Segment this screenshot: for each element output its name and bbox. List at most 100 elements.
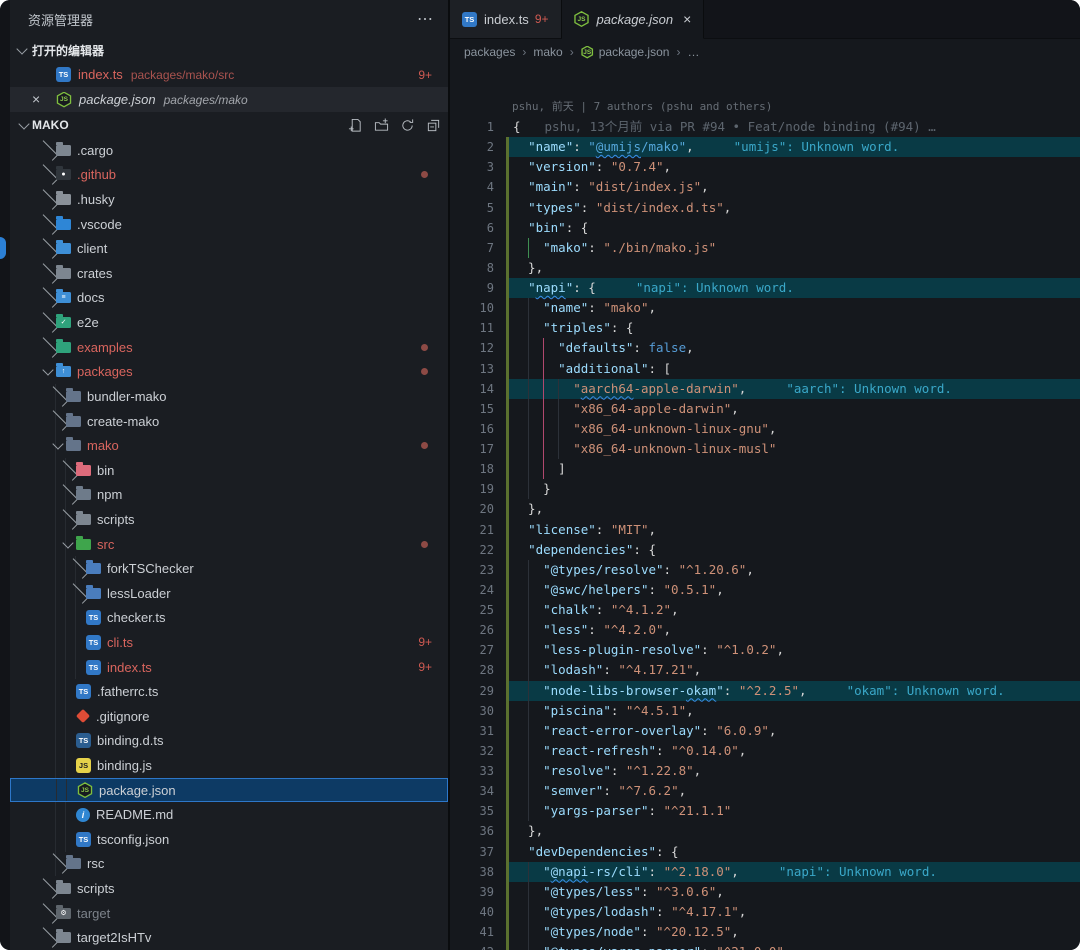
code-line-1[interactable]: 1 {pshu, 13个月前 via PR #94 • Feat/node bin… [450,117,1080,137]
code-line-25[interactable]: 25 "chalk": "^4.1.2", [450,600,1080,621]
tree-item--husky[interactable]: .husky [10,187,448,212]
tree-item-examples[interactable]: examples [10,335,448,360]
tree-item-forkTSChecker[interactable]: forkTSChecker [10,556,448,581]
code-line-39[interactable]: 39 "@types/less": "^3.0.6", [450,881,1080,902]
tree-item-index-ts[interactable]: TS index.ts 9+ [10,654,448,680]
code-line-9[interactable]: 9 "napi": {"napi": Unknown word. [450,278,1080,299]
code-line-17[interactable]: 17 "x86_64-unknown-linux-musl" [450,439,1080,460]
collapse-all-icon[interactable] [422,116,444,134]
line-number: 37 [479,844,494,859]
code-line-26[interactable]: 26 "less": "^4.2.0", [450,620,1080,641]
code-line-36[interactable]: 36 }, [450,821,1080,842]
tab-index-ts[interactable]: TS index.ts 9+ [450,0,562,38]
breadcrumb-item-package-json[interactable]: JS package.json [581,45,669,59]
tab-package-json[interactable]: JS package.json × [561,0,705,39]
breadcrumb-item--[interactable]: … [687,45,699,59]
tree-item-bin[interactable]: bin [10,457,448,483]
tree-item-packages[interactable]: ↑ packages [10,359,448,384]
code-line-37[interactable]: 37 "devDependencies": { [450,841,1080,862]
tree-item-scripts[interactable]: scripts [10,507,448,532]
code-line-30[interactable]: 30 "piscina": "^4.5.1", [450,700,1080,721]
code-line-22[interactable]: 22 "dependencies": { [450,539,1080,560]
code-line-15[interactable]: 15 "x86_64-apple-darwin", [450,398,1080,419]
code-line-14[interactable]: 14 "aarch64-apple-darwin", "aarch": Unkno… [450,378,1080,399]
tree-item-README-md[interactable]: i README.md [10,802,448,828]
code-line-5[interactable]: 5 "types": "dist/index.d.ts", [450,197,1080,218]
code-line-32[interactable]: 32 "react-refresh": "^0.14.0", [450,740,1080,761]
new-folder-icon[interactable] [370,116,392,134]
code-line-40[interactable]: 40 "@types/lodash": "^4.17.1", [450,901,1080,922]
tree-item--cargo[interactable]: .cargo [10,138,448,163]
project-section-header[interactable]: MAKO [10,112,448,138]
close-icon[interactable]: × [32,91,40,107]
code-line-27[interactable]: 27 "less-plugin-resolve": "^1.0.2", [450,640,1080,661]
tree-item-checker-ts[interactable]: TS checker.ts [10,605,448,631]
tree-item-bundler-mako[interactable]: bundler-mako [10,384,448,409]
tree-item-docs[interactable]: ≡ docs [10,286,448,311]
code-line-38[interactable]: 38 "@napi-rs/cli": "^2.18.0", "napi": Unk… [450,861,1080,882]
indent-guide [528,559,529,580]
open-editors-header[interactable]: 打开的编辑器 [10,38,448,62]
close-icon[interactable]: × [683,11,691,27]
code-line-12[interactable]: 12 "defaults": false, [450,338,1080,359]
breadcrumb-item-packages[interactable]: packages [464,45,515,59]
code-line-4[interactable]: 4 "main": "dist/index.js", [450,177,1080,198]
code-line-35[interactable]: 35 "yargs-parser": "^21.1.1" [450,801,1080,822]
tree-item-src[interactable]: src [10,531,448,557]
tree-item-label: forkTSChecker [107,561,194,577]
tree-item-tsconfig-json[interactable]: TS tsconfig.json [10,827,448,852]
code-line-11[interactable]: 11 "triples": { [450,318,1080,339]
code-line-24[interactable]: 24 "@swc/helpers": "0.5.1", [450,579,1080,600]
code-line-8[interactable]: 8 }, [450,257,1080,278]
code-line-7[interactable]: 7 "mako": "./bin/mako.js" [450,237,1080,258]
tree-item--fatherrc-ts[interactable]: TS .fatherrc.ts [10,679,448,705]
tree-item-mako[interactable]: mako [10,433,448,458]
open-editor-item-index-ts[interactable]: TS index.ts packages/mako/src 9+ [10,62,448,87]
tree-item-create-mako[interactable]: create-mako [10,408,448,434]
code-line-33[interactable]: 33 "resolve": "^1.22.8", [450,761,1080,782]
tree-item-client[interactable]: client [10,236,448,261]
code-line-18[interactable]: 18 ] [450,459,1080,480]
tree-item--vscode[interactable]: .vscode [10,212,448,237]
code-line-31[interactable]: 31 "react-error-overlay": "6.0.9", [450,720,1080,741]
tree-item-binding-d-ts[interactable]: TS binding.d.ts [10,728,448,754]
gutter-change-bar [506,942,509,950]
code-line-34[interactable]: 34 "semver": "^7.6.2", [450,781,1080,802]
tree-item-scripts[interactable]: scripts [10,876,448,901]
tree-item--gitignore[interactable]: .gitignore [10,704,448,729]
code-line-23[interactable]: 23 "@types/resolve": "^1.20.6", [450,559,1080,580]
new-file-icon[interactable] [344,116,366,134]
tree-item-e2e[interactable]: ✓ e2e [10,310,448,335]
code-line-41[interactable]: 41 "@types/node": "^20.12.5", [450,922,1080,943]
tree-item-cli-ts[interactable]: TS cli.ts 9+ [10,630,448,655]
tree-item-target2IsHTv[interactable]: target2IsHTv [10,926,448,950]
tree-item-binding-js[interactable]: JS binding.js [10,753,448,778]
code-line-10[interactable]: 10 "name": "mako", [450,298,1080,319]
gutter-change-bar [506,298,509,319]
code-line-3[interactable]: 3 "version": "0.7.4", [450,157,1080,178]
tree-item-rsc[interactable]: rsc [10,851,448,877]
code-line-6[interactable]: 6 "bin": { [450,217,1080,238]
code-line-29[interactable]: 29 "node-libs-browser-okam": "^2.2.5", "o… [450,680,1080,701]
code-line-13[interactable]: 13 "additional": [ [450,358,1080,379]
code-line-2[interactable]: 2 "name": "@umijs/mako", "umijs": Unknown… [450,137,1080,158]
code-line-42[interactable]: 42 "@types/yargs-parser": "^21.0.0", [450,942,1080,950]
open-editor-item-package-json[interactable]: × JS package.json packages/mako [10,87,448,112]
code-text: "@napi-rs/cli": "^2.18.0", "napi": Unknow… [513,861,937,882]
code-line-19[interactable]: 19 } [450,479,1080,500]
gutter-change-bar [506,660,509,681]
breadcrumb-item-mako[interactable]: mako [533,45,562,59]
tree-item-lessLoader[interactable]: lessLoader [10,580,448,606]
code-line-20[interactable]: 20 }, [450,499,1080,520]
code-line-16[interactable]: 16 "x86_64-unknown-linux-gnu", [450,418,1080,439]
tree-item--github[interactable]: ● .github [10,163,448,188]
code-editor[interactable]: pshu, 前天 | 7 authors (pshu and others) 1… [450,64,1080,950]
tree-item-package-json[interactable]: JS package.json [10,777,448,803]
tree-item-crates[interactable]: crates [10,261,448,286]
refresh-icon[interactable] [396,116,418,134]
tree-item-npm[interactable]: npm [10,482,448,508]
tree-item-target[interactable]: ⚙ target [10,901,448,926]
code-line-21[interactable]: 21 "license": "MIT", [450,519,1080,540]
code-line-28[interactable]: 28 "lodash": "^4.17.21", [450,660,1080,681]
more-actions-icon[interactable]: ⋯ [417,9,434,29]
